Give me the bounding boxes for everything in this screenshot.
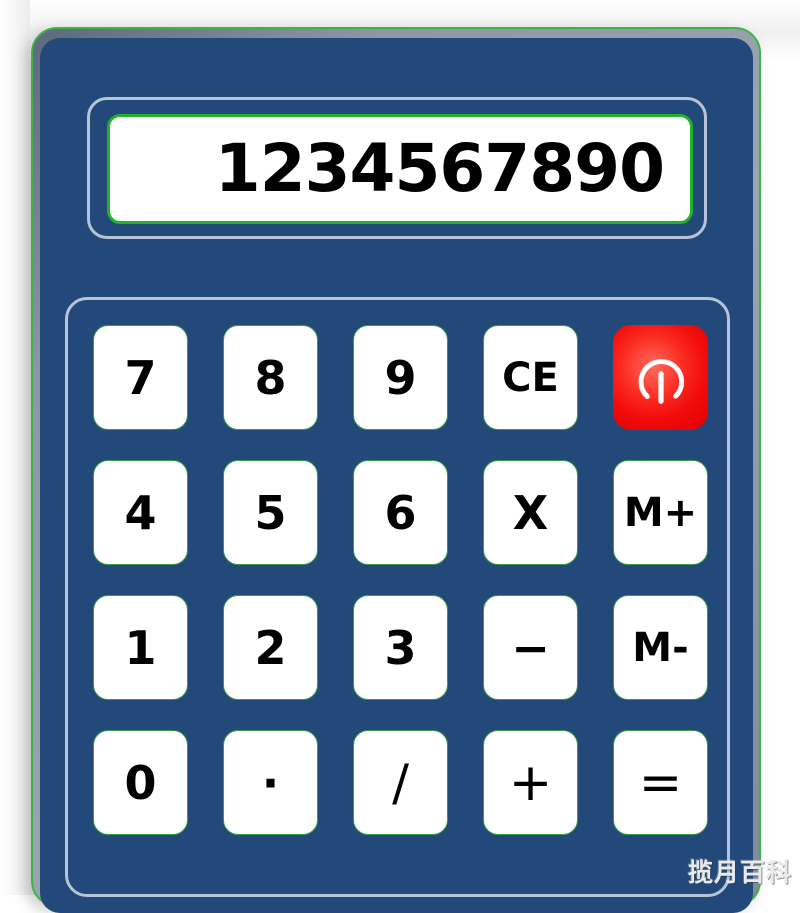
- key-multiply[interactable]: X: [483, 460, 578, 565]
- key-add[interactable]: +: [483, 730, 578, 835]
- page-background: 1234567890 7 8 9 CE 4 5 6 X M+ 1 2 3− M- 0 · / + = 揽月百科: [0, 0, 800, 913]
- key-decimal[interactable]: ·: [223, 730, 318, 835]
- key-7[interactable]: 7: [93, 325, 188, 430]
- key-8-label: 8: [254, 350, 287, 405]
- key-ce-label: CE: [502, 354, 559, 401]
- display-frame: 1234567890: [87, 97, 707, 239]
- key-1-label: 1: [124, 620, 157, 675]
- key-7-label: 7: [124, 350, 157, 405]
- key-subtract[interactable]: −: [483, 595, 578, 700]
- key-1[interactable]: 1: [93, 595, 188, 700]
- key-0-label: 0: [124, 755, 157, 810]
- key-subtract-label: −: [511, 620, 550, 675]
- key-5-label: 5: [254, 485, 287, 540]
- key-divide[interactable]: /: [353, 730, 448, 835]
- key-4[interactable]: 4: [93, 460, 188, 565]
- key-3-label: 3: [384, 620, 417, 675]
- calculator-body: 1234567890 7 8 9 CE 4 5 6 X M+ 1 2 3 − M- 0 · / + =: [40, 38, 753, 913]
- display-screen[interactable]: 1234567890: [107, 114, 693, 224]
- key-memory-minus-label: M-: [632, 624, 689, 671]
- key-divide-label: /: [392, 753, 409, 812]
- key-8[interactable]: 8: [223, 325, 318, 430]
- key-9-label: 9: [384, 350, 417, 405]
- key-equals[interactable]: =: [613, 730, 708, 835]
- key-memory-plus-label: M+: [623, 489, 698, 536]
- key-5[interactable]: 5: [223, 460, 318, 565]
- display-value: 1234567890: [214, 130, 665, 207]
- key-0[interactable]: 0: [93, 730, 188, 835]
- key-3[interactable]: 3: [353, 595, 448, 700]
- key-4-label: 4: [124, 485, 157, 540]
- key-equals-label: =: [638, 752, 683, 813]
- key-2-label: 2: [254, 620, 287, 675]
- key-memory-plus[interactable]: M+: [613, 460, 708, 565]
- key-decimal-label: ·: [261, 755, 280, 810]
- key-6-label: 6: [384, 485, 417, 540]
- key-6[interactable]: 6: [353, 460, 448, 565]
- key-multiply-label: X: [512, 485, 549, 540]
- key-memory-minus[interactable]: M-: [613, 595, 708, 700]
- power-icon: [638, 358, 684, 404]
- keypad-grid: 7 8 9 CE 4 5 6 X M+ 1 2 3 − M- 0 · / + =: [93, 325, 708, 835]
- key-ce[interactable]: CE: [483, 325, 578, 430]
- key-add-label: +: [508, 752, 553, 813]
- key-power[interactable]: [613, 325, 708, 430]
- keypad-frame: 7 8 9 CE 4 5 6 X M+ 1 2 3 − M- 0 · / + =: [65, 297, 730, 897]
- key-2[interactable]: 2: [223, 595, 318, 700]
- key-9[interactable]: 9: [353, 325, 448, 430]
